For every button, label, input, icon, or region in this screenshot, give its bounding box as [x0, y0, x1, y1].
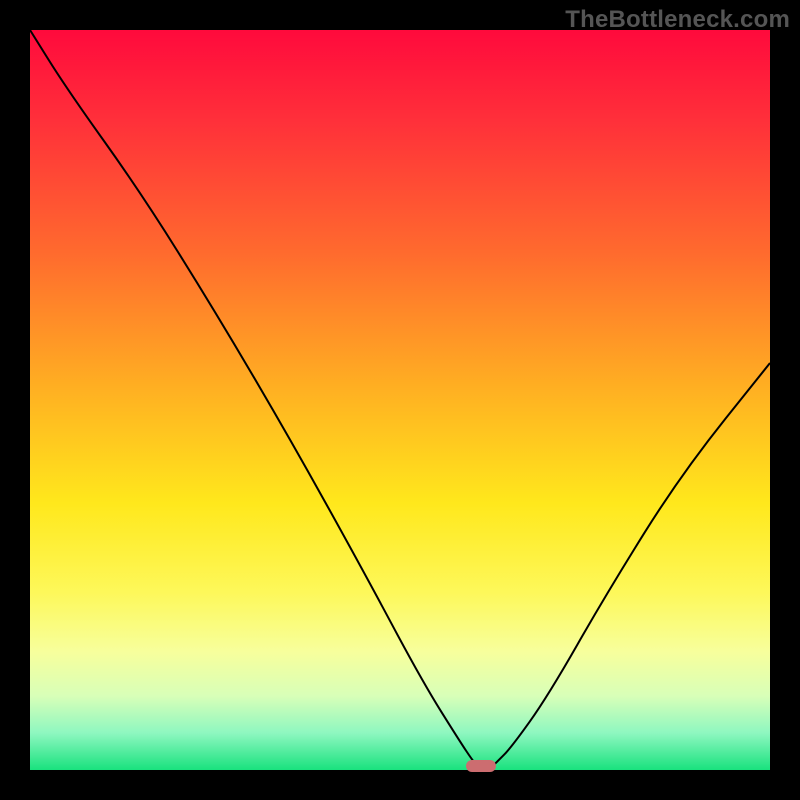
chart-container: TheBottleneck.com [0, 0, 800, 800]
bottleneck-curve [30, 30, 770, 770]
optimal-marker [466, 760, 496, 772]
plot-area [30, 30, 770, 770]
curve-path [30, 30, 770, 770]
